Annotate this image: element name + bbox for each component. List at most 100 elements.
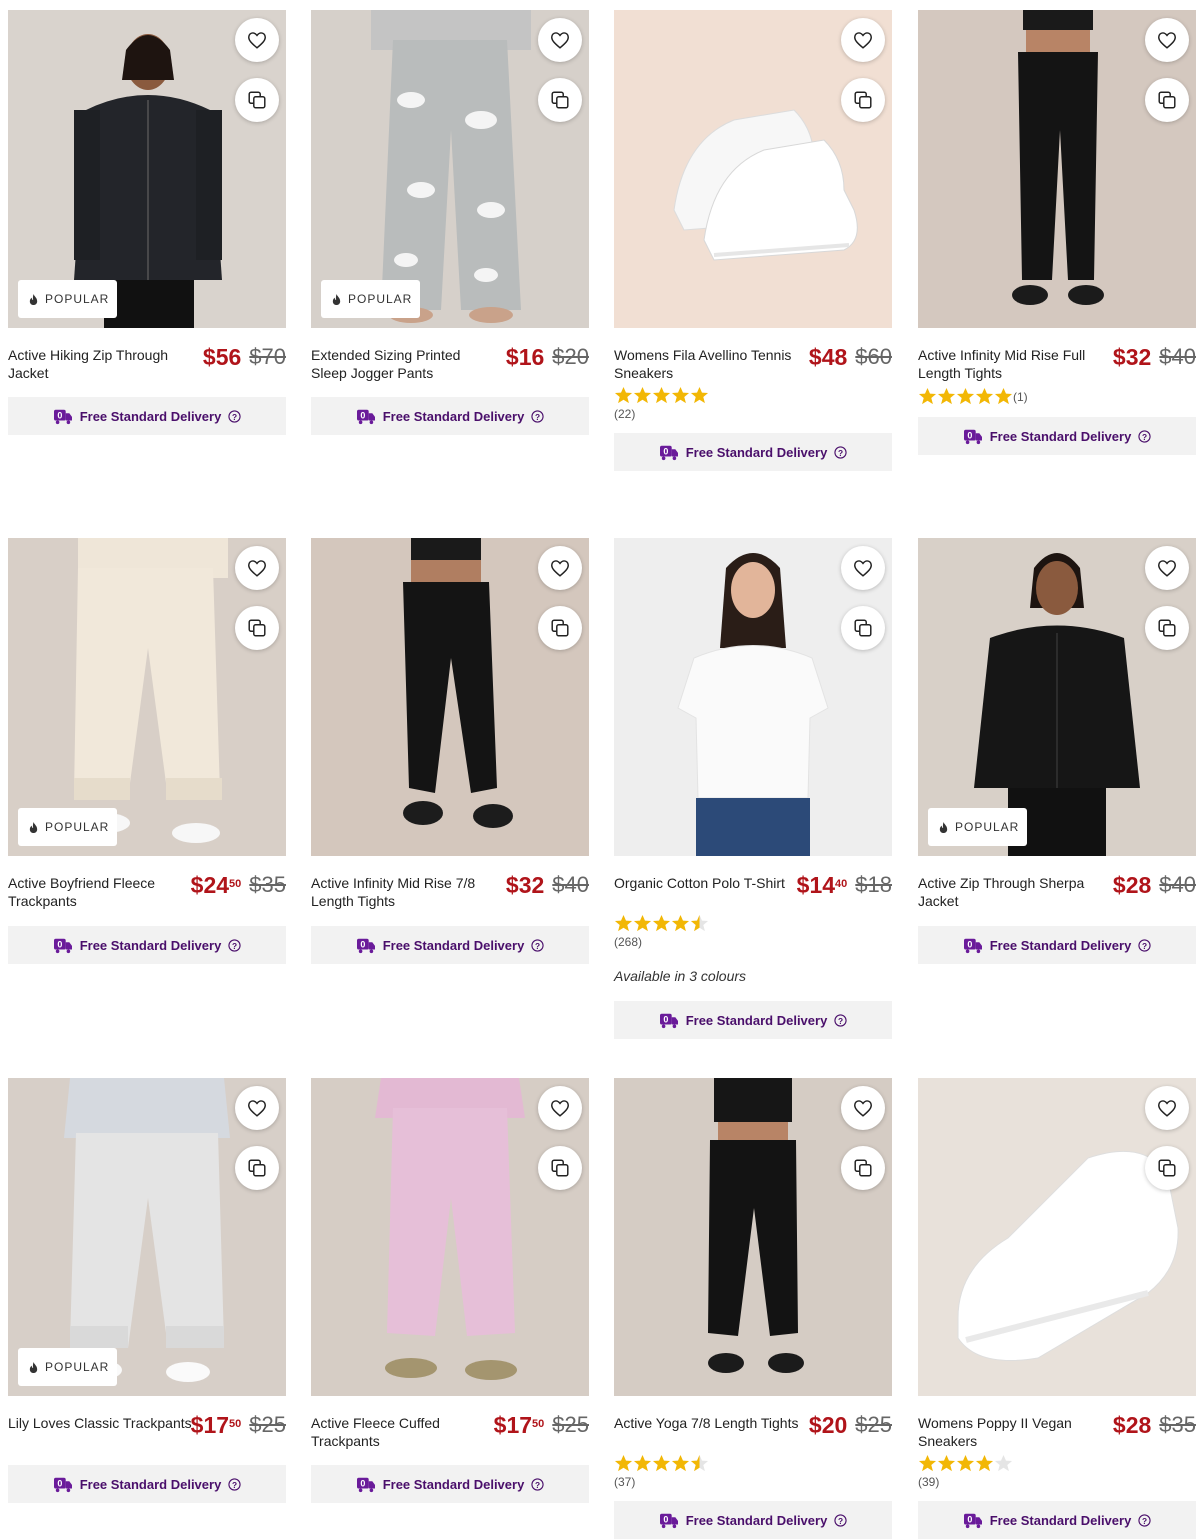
free-delivery-banner[interactable]: Free Standard Delivery bbox=[311, 1465, 589, 1503]
wishlist-button[interactable] bbox=[1145, 1086, 1189, 1130]
free-delivery-banner[interactable]: Free Standard Delivery bbox=[8, 397, 286, 435]
product-card[interactable]: Womens Fila Avellino Tennis Sneakers $48… bbox=[614, 10, 892, 471]
wishlist-button[interactable] bbox=[235, 546, 279, 590]
question-circle-icon[interactable] bbox=[531, 939, 544, 952]
free-delivery-banner[interactable]: Free Standard Delivery bbox=[8, 1465, 286, 1503]
quick-view-button[interactable] bbox=[235, 1146, 279, 1190]
free-delivery-banner[interactable]: Free Standard Delivery bbox=[614, 433, 892, 471]
quick-view-button[interactable] bbox=[1145, 606, 1189, 650]
quick-view-button[interactable] bbox=[1145, 1146, 1189, 1190]
review-count[interactable]: (268) bbox=[614, 935, 642, 949]
wishlist-button[interactable] bbox=[841, 18, 885, 62]
free-delivery-banner[interactable]: Free Standard Delivery bbox=[918, 1501, 1196, 1539]
product-image[interactable] bbox=[614, 538, 892, 856]
quick-view-button[interactable] bbox=[841, 606, 885, 650]
product-card[interactable]: POPULAR Extended Sizing Printed Sleep Jo… bbox=[311, 10, 589, 435]
quick-view-button[interactable] bbox=[841, 1146, 885, 1190]
product-card[interactable]: POPULAR Active Hiking Zip Through Jacket… bbox=[8, 10, 286, 435]
quick-view-button[interactable] bbox=[1145, 78, 1189, 122]
star-rating[interactable] bbox=[614, 1454, 709, 1473]
question-circle-icon[interactable] bbox=[834, 446, 847, 459]
free-delivery-banner[interactable]: Free Standard Delivery bbox=[311, 926, 589, 964]
product-image[interactable] bbox=[311, 538, 589, 856]
product-title[interactable]: Active Fleece Cuffed Trackpants bbox=[311, 1414, 497, 1450]
question-circle-icon[interactable] bbox=[1138, 430, 1151, 443]
free-delivery-banner[interactable]: Free Standard Delivery bbox=[311, 397, 589, 435]
review-count[interactable]: (22) bbox=[614, 407, 635, 421]
product-title[interactable]: Active Yoga 7/8 Length Tights bbox=[614, 1414, 800, 1432]
wishlist-button[interactable] bbox=[1145, 546, 1189, 590]
wishlist-button[interactable] bbox=[235, 1086, 279, 1130]
star-icon bbox=[975, 1454, 994, 1473]
product-title[interactable]: Lily Loves Classic Trackpants bbox=[8, 1414, 194, 1432]
wishlist-button[interactable] bbox=[235, 18, 279, 62]
product-title[interactable]: Organic Cotton Polo T-Shirt bbox=[614, 874, 800, 892]
product-image[interactable]: POPULAR bbox=[8, 538, 286, 856]
product-title[interactable]: Womens Fila Avellino Tennis Sneakers bbox=[614, 346, 800, 382]
star-rating[interactable] bbox=[614, 914, 709, 933]
question-circle-icon[interactable] bbox=[228, 939, 241, 952]
product-image[interactable] bbox=[614, 10, 892, 328]
question-circle-icon[interactable] bbox=[228, 1478, 241, 1491]
product-title[interactable]: Active Zip Through Sherpa Jacket bbox=[918, 874, 1104, 910]
product-card[interactable]: Active Infinity Mid Rise Full Length Tig… bbox=[918, 10, 1196, 455]
product-image[interactable] bbox=[311, 1078, 589, 1396]
product-image[interactable]: POPULAR bbox=[8, 10, 286, 328]
popular-badge: POPULAR bbox=[18, 808, 118, 846]
product-card[interactable]: POPULAR Active Zip Through Sherpa Jacket… bbox=[918, 538, 1196, 964]
product-title[interactable]: Womens Poppy II Vegan Sneakers bbox=[918, 1414, 1104, 1450]
product-image[interactable] bbox=[918, 1078, 1196, 1396]
product-image[interactable] bbox=[918, 10, 1196, 328]
free-delivery-banner[interactable]: Free Standard Delivery bbox=[614, 1501, 892, 1539]
product-title[interactable]: Active Boyfriend Fleece Trackpants bbox=[8, 874, 194, 910]
product-card[interactable]: Active Infinity Mid Rise 7/8 Length Tigh… bbox=[311, 538, 589, 964]
review-count[interactable]: (39) bbox=[918, 1475, 939, 1489]
wishlist-button[interactable] bbox=[538, 18, 582, 62]
question-circle-icon[interactable] bbox=[228, 410, 241, 423]
star-rating[interactable]: (1) bbox=[918, 387, 1028, 406]
product-card[interactable]: Active Yoga 7/8 Length Tights $20 $25 (3… bbox=[614, 1078, 892, 1539]
question-circle-icon[interactable] bbox=[834, 1514, 847, 1527]
quick-view-button[interactable] bbox=[538, 606, 582, 650]
review-count[interactable]: (1) bbox=[1013, 390, 1028, 404]
product-card[interactable]: Womens Poppy II Vegan Sneakers $28 $35 (… bbox=[918, 1078, 1196, 1539]
question-circle-icon[interactable] bbox=[1138, 939, 1151, 952]
product-title[interactable]: Active Infinity Mid Rise 7/8 Length Tigh… bbox=[311, 874, 497, 910]
popular-badge: POPULAR bbox=[18, 1348, 118, 1386]
quick-view-button[interactable] bbox=[841, 78, 885, 122]
product-card[interactable]: Active Fleece Cuffed Trackpants $1750 $2… bbox=[311, 1078, 589, 1503]
wishlist-button[interactable] bbox=[1145, 18, 1189, 62]
product-image[interactable]: POPULAR bbox=[918, 538, 1196, 856]
question-circle-icon[interactable] bbox=[834, 1014, 847, 1027]
product-image[interactable] bbox=[614, 1078, 892, 1396]
free-delivery-banner[interactable]: Free Standard Delivery bbox=[614, 1001, 892, 1039]
wishlist-button[interactable] bbox=[538, 1086, 582, 1130]
product-title[interactable]: Active Infinity Mid Rise Full Length Tig… bbox=[918, 346, 1104, 382]
product-card[interactable]: POPULAR Active Boyfriend Fleece Trackpan… bbox=[8, 538, 286, 964]
product-card[interactable]: POPULAR Lily Loves Classic Trackpants $1… bbox=[8, 1078, 286, 1503]
free-delivery-banner[interactable]: Free Standard Delivery bbox=[918, 417, 1196, 455]
was-price: $18 bbox=[855, 872, 892, 897]
heart-icon bbox=[1156, 557, 1178, 579]
question-circle-icon[interactable] bbox=[531, 1478, 544, 1491]
product-title[interactable]: Active Hiking Zip Through Jacket bbox=[8, 346, 194, 382]
review-count[interactable]: (37) bbox=[614, 1475, 635, 1489]
question-circle-icon[interactable] bbox=[531, 410, 544, 423]
star-rating[interactable] bbox=[918, 1454, 1013, 1473]
free-delivery-banner[interactable]: Free Standard Delivery bbox=[918, 926, 1196, 964]
quick-view-button[interactable] bbox=[235, 78, 279, 122]
delivery-label: Free Standard Delivery bbox=[989, 1512, 1132, 1528]
wishlist-button[interactable] bbox=[538, 546, 582, 590]
quick-view-button[interactable] bbox=[235, 606, 279, 650]
product-card[interactable]: Organic Cotton Polo T-Shirt $1440 $18 (2… bbox=[614, 538, 892, 1039]
quick-view-button[interactable] bbox=[538, 1146, 582, 1190]
quick-view-button[interactable] bbox=[538, 78, 582, 122]
product-image[interactable]: POPULAR bbox=[311, 10, 589, 328]
free-delivery-banner[interactable]: Free Standard Delivery bbox=[8, 926, 286, 964]
product-title[interactable]: Extended Sizing Printed Sleep Jogger Pan… bbox=[311, 346, 497, 382]
star-rating[interactable] bbox=[614, 386, 709, 405]
product-image[interactable]: POPULAR bbox=[8, 1078, 286, 1396]
question-circle-icon[interactable] bbox=[1138, 1514, 1151, 1527]
wishlist-button[interactable] bbox=[841, 1086, 885, 1130]
wishlist-button[interactable] bbox=[841, 546, 885, 590]
